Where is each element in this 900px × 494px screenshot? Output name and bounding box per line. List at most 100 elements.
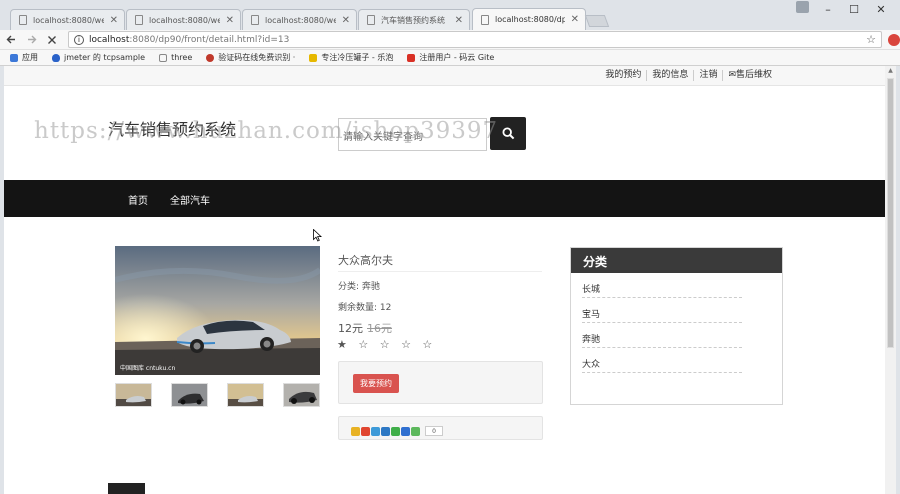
gitee-icon bbox=[407, 53, 416, 62]
browser-toolbar: i localhost :8080/dp90/front/detail.html… bbox=[0, 30, 900, 50]
product-main-image[interactable]: 中国图库 cntuku.cn bbox=[115, 246, 320, 375]
maximize-button[interactable]: ☐ bbox=[840, 0, 868, 18]
apps-grid-icon bbox=[10, 53, 18, 62]
page-icon bbox=[19, 15, 27, 25]
share-douban-icon[interactable] bbox=[401, 427, 410, 436]
page-viewport: 我的预约 我的信息 注销 ✉售后维权 汽车销售预约系统 请输入关键字查询 htt… bbox=[4, 66, 885, 494]
tab-label: localhost:8080/webtoo bbox=[265, 15, 336, 25]
category-item-bmw[interactable]: 宝马 bbox=[582, 298, 742, 323]
share-renren-icon[interactable] bbox=[381, 427, 390, 436]
close-icon[interactable]: ✕ bbox=[571, 14, 579, 25]
bookmark-star-icon[interactable]: ☆ bbox=[866, 33, 876, 46]
tab-label: 汽车销售预约系统 bbox=[381, 15, 445, 25]
tab-label: localhost:8080/webtoo bbox=[149, 15, 220, 25]
book-now-button[interactable]: 我要预约 bbox=[353, 374, 399, 393]
bookmark-apps[interactable]: 应用 bbox=[10, 52, 38, 63]
nav-home[interactable]: 首页 bbox=[128, 192, 148, 207]
stop-loading-button[interactable] bbox=[44, 32, 60, 48]
share-wechat-icon[interactable] bbox=[391, 427, 400, 436]
mouse-cursor-icon bbox=[313, 228, 323, 245]
profile-icon[interactable] bbox=[796, 1, 809, 13]
search-button[interactable] bbox=[490, 117, 526, 150]
extension-icon[interactable] bbox=[888, 33, 900, 46]
category-item-vw[interactable]: 大众 bbox=[582, 348, 742, 373]
close-window-button[interactable]: ✕ bbox=[867, 0, 895, 18]
category-panel-title: 分类 bbox=[571, 248, 782, 273]
search-icon bbox=[501, 127, 514, 140]
product-stock: 剩余数量: 12 bbox=[338, 303, 392, 313]
close-icon[interactable]: ✕ bbox=[342, 15, 350, 26]
close-icon[interactable]: ✕ bbox=[226, 15, 234, 26]
back-button[interactable] bbox=[4, 32, 20, 48]
my-info-link[interactable]: 我的信息 bbox=[646, 70, 693, 81]
category-item-benz[interactable]: 奔驰 bbox=[582, 323, 742, 348]
product-price: 12元 16元 bbox=[338, 320, 392, 336]
bottom-section-tab[interactable] bbox=[108, 483, 145, 494]
browser-tab-2[interactable]: localhost:8080/webtoo ✕ bbox=[126, 9, 241, 30]
bookmark-three[interactable]: three bbox=[159, 53, 192, 62]
booking-panel: 我要预约 bbox=[338, 361, 543, 404]
nav-all-cars[interactable]: 全部汽车 bbox=[170, 192, 210, 207]
logout-link[interactable]: 注销 bbox=[693, 70, 722, 81]
main-nav: 首页 全部汽车 bbox=[4, 180, 885, 217]
browser-tab-3[interactable]: localhost:8080/webtoo ✕ bbox=[242, 9, 357, 30]
tab-label: localhost:8080/webtoo bbox=[33, 15, 104, 25]
bookmark-label: 注册用户 - 码云 Gite bbox=[419, 53, 495, 62]
product-name: 大众高尔夫 bbox=[338, 254, 393, 267]
share-weibo-icon[interactable] bbox=[361, 427, 370, 436]
category-item-changcheng[interactable]: 长城 bbox=[582, 273, 742, 298]
share-more-icon[interactable] bbox=[411, 427, 420, 436]
thumbnail-4[interactable] bbox=[283, 383, 320, 407]
page-scrollbar[interactable]: ▲ bbox=[885, 66, 896, 494]
browser-tab-1[interactable]: localhost:8080/webtoo ✕ bbox=[10, 9, 125, 30]
thumbnail-2[interactable] bbox=[171, 383, 208, 407]
scroll-up-icon[interactable]: ▲ bbox=[885, 66, 896, 76]
url-host: localhost bbox=[88, 34, 130, 45]
bookmarks-bar: 应用 jmeter 的 tcpsample three 验证码在线免费识别 · … bbox=[0, 50, 900, 66]
current-price: 12元 bbox=[338, 322, 363, 335]
close-icon[interactable]: ✕ bbox=[110, 15, 118, 26]
forward-button[interactable] bbox=[24, 32, 40, 48]
captcha-site-icon bbox=[206, 53, 215, 62]
page-icon bbox=[135, 15, 143, 25]
bookmark-label: 专注冷压罐子 - 乐泡 bbox=[321, 53, 394, 62]
category-panel: 分类 长城 宝马 奔驰 大众 bbox=[570, 247, 783, 405]
bookmark-captcha[interactable]: 验证码在线免费识别 · bbox=[206, 52, 295, 63]
user-top-bar: 我的预约 我的信息 注销 ✉售后维权 bbox=[4, 66, 885, 86]
rating-stars[interactable]: ★ ☆ ☆ ☆ ☆ bbox=[337, 338, 436, 351]
bookmark-label: jmeter 的 tcpsample bbox=[64, 53, 146, 62]
url-path: :8080/dp90/front/detail.html?id=13 bbox=[129, 34, 290, 45]
page-icon bbox=[481, 14, 489, 25]
site-title[interactable]: 汽车销售预约系统 bbox=[108, 116, 236, 140]
new-tab-button[interactable] bbox=[584, 15, 610, 27]
browser-tab-strip: localhost:8080/webtoo ✕ localhost:8080/w… bbox=[0, 0, 900, 30]
bookmark-lepao[interactable]: 专注冷压罐子 - 乐泡 bbox=[309, 52, 393, 63]
close-icon[interactable]: ✕ bbox=[455, 15, 463, 26]
bookmark-label: 应用 bbox=[22, 53, 38, 62]
product-category: 分类: 奔驰 bbox=[338, 282, 380, 292]
search-input[interactable]: 请输入关键字查询 bbox=[338, 118, 487, 151]
my-reservations-link[interactable]: 我的预约 bbox=[600, 70, 646, 81]
share-panel: 0 bbox=[338, 416, 543, 440]
thumbnail-3[interactable] bbox=[227, 383, 264, 407]
shield-icon bbox=[52, 53, 60, 62]
info-icon[interactable]: i bbox=[73, 34, 84, 45]
scrollbar-thumb[interactable] bbox=[887, 78, 894, 348]
address-bar[interactable]: i localhost :8080/dp90/front/detail.html… bbox=[67, 31, 883, 48]
page-icon bbox=[367, 15, 375, 25]
window-frame bbox=[896, 66, 900, 494]
share-qzone-icon[interactable] bbox=[351, 427, 360, 436]
share-count: 0 bbox=[425, 426, 443, 436]
page-icon bbox=[159, 53, 168, 62]
browser-tab-5-active[interactable]: localhost:8080/dp90/fr ✕ bbox=[472, 8, 586, 30]
browser-tab-4[interactable]: 汽车销售预约系统 ✕ bbox=[358, 9, 470, 30]
bookmark-label: 验证码在线免费识别 · bbox=[218, 53, 296, 62]
bookmark-jmeter[interactable]: jmeter 的 tcpsample bbox=[52, 52, 145, 63]
share-tencent-icon[interactable] bbox=[371, 427, 380, 436]
minimize-button[interactable]: – bbox=[814, 0, 842, 18]
bookmark-gitee[interactable]: 注册用户 - 码云 Gite bbox=[407, 52, 494, 63]
bookmark-label: three bbox=[171, 53, 193, 62]
after-sales-link[interactable]: ✉售后维权 bbox=[722, 70, 777, 81]
original-price: 16元 bbox=[367, 322, 392, 335]
thumbnail-1[interactable] bbox=[115, 383, 152, 407]
